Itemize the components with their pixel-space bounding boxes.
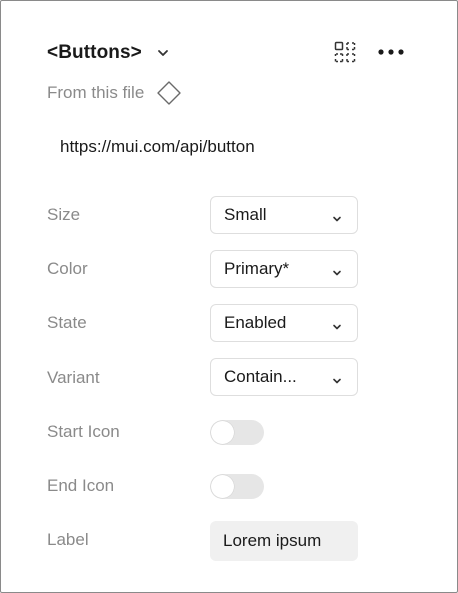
state-value: Enabled [224, 313, 287, 332]
size-select[interactable]: Small [210, 196, 358, 234]
end-icon-toggle[interactable] [210, 474, 264, 499]
label-label: Label [47, 530, 89, 549]
variant-select[interactable]: Contain... [210, 358, 358, 396]
start-icon-toggle[interactable] [210, 420, 264, 445]
state-select[interactable]: Enabled [210, 304, 358, 342]
color-select[interactable]: Primary* [210, 250, 358, 288]
component-diamond-icon [156, 80, 182, 106]
documentation-link[interactable]: https://mui.com/api/button [60, 137, 255, 157]
component-properties-panel: <Buttons> From this file https://mui.com… [0, 0, 458, 593]
toggle-knob [211, 421, 234, 444]
size-value: Small [224, 205, 267, 224]
variant-label: Variant [47, 368, 100, 387]
state-label: State [47, 313, 87, 332]
chevron-down-icon [332, 265, 342, 276]
toggle-knob [211, 475, 234, 498]
start-icon-label: Start Icon [47, 422, 120, 441]
grid-select-icon[interactable] [334, 41, 356, 63]
color-value: Primary* [224, 259, 290, 278]
label-input[interactable] [210, 521, 358, 561]
variant-value: Contain... [224, 367, 297, 386]
component-source: From this file [47, 81, 182, 105]
end-icon-label: End Icon [47, 476, 115, 495]
component-title: <Buttons> [47, 42, 142, 63]
chevron-down-icon [332, 373, 342, 384]
chevron-down-icon[interactable] [156, 46, 170, 60]
source-label: From this file [47, 83, 145, 102]
chevron-down-icon [332, 211, 342, 222]
size-label: Size [47, 205, 81, 224]
more-horizontal-icon[interactable] [377, 41, 407, 63]
chevron-down-icon [332, 319, 342, 330]
panel-header: <Buttons> [47, 39, 170, 67]
color-label: Color [47, 259, 88, 278]
